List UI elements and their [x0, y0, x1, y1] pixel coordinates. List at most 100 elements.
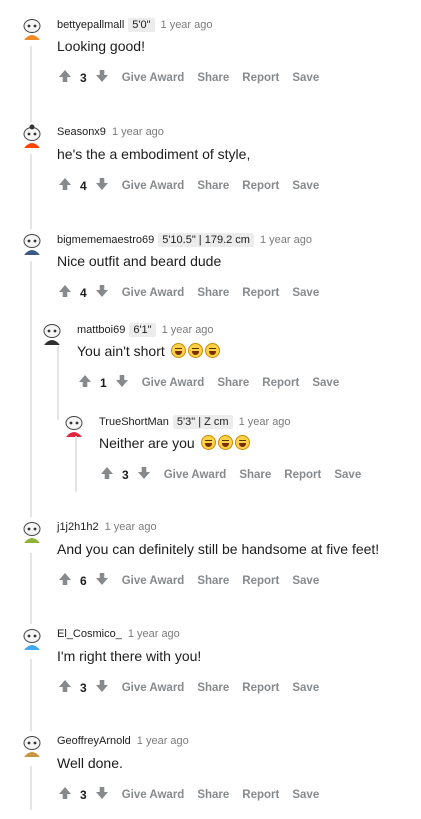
laughing-emoji-icon	[170, 343, 186, 358]
timestamp-link[interactable]: 1 year ago	[112, 126, 164, 138]
avatar[interactable]	[18, 122, 46, 150]
avatar[interactable]	[18, 229, 46, 257]
give-award-button[interactable]: Give Award	[122, 575, 185, 587]
save-button[interactable]: Save	[292, 575, 319, 587]
share-button[interactable]: Share	[197, 575, 229, 587]
username-link[interactable]: El_Cosmico_	[57, 628, 122, 640]
upvote-icon[interactable]	[58, 786, 72, 803]
save-button[interactable]: Save	[292, 72, 319, 84]
comment-text: I'm right there with you!	[57, 648, 202, 664]
vote-score: 3	[80, 70, 87, 85]
username-link[interactable]: j1j2h1h2	[57, 521, 99, 533]
thread-line[interactable]	[30, 766, 32, 810]
give-award-button[interactable]: Give Award	[122, 72, 185, 84]
share-button[interactable]: Share	[217, 377, 249, 389]
thread-line[interactable]	[75, 436, 77, 492]
comment-body: Looking good!	[57, 38, 145, 54]
save-button[interactable]: Save	[312, 377, 339, 389]
save-button[interactable]: Save	[292, 180, 319, 192]
avatar[interactable]	[18, 624, 46, 652]
timestamp-link[interactable]: 1 year ago	[260, 234, 312, 246]
username-link[interactable]: bigmememaestro69	[57, 234, 154, 246]
downvote-icon[interactable]	[95, 284, 109, 301]
downvote-icon[interactable]	[95, 69, 109, 86]
save-button[interactable]: Save	[334, 469, 361, 481]
report-button[interactable]: Report	[242, 287, 279, 299]
upvote-icon[interactable]	[78, 374, 92, 391]
downvote-icon[interactable]	[95, 572, 109, 589]
downvote-icon[interactable]	[95, 177, 109, 194]
give-award-button[interactable]: Give Award	[122, 682, 185, 694]
timestamp-link[interactable]: 1 year ago	[239, 416, 291, 428]
username-link[interactable]: Seasonx9	[57, 126, 106, 138]
timestamp-link[interactable]: 1 year ago	[128, 628, 180, 640]
share-button[interactable]: Share	[239, 469, 271, 481]
upvote-icon[interactable]	[58, 679, 72, 696]
laughing-emoji-icon	[217, 435, 233, 450]
vote-score: 3	[80, 787, 87, 802]
username-link[interactable]: TrueShortMan	[99, 416, 169, 428]
vote-score: 3	[80, 680, 87, 695]
comment-body: Neither are you	[99, 435, 250, 451]
comment-actions: 4 Give Award Share Report Save	[58, 177, 319, 194]
give-award-button[interactable]: Give Award	[122, 287, 185, 299]
comment-text: Neither are you	[99, 435, 195, 451]
comment-meta: Seasonx9 1 year ago	[57, 126, 164, 138]
downvote-icon[interactable]	[115, 374, 129, 391]
report-button[interactable]: Report	[242, 575, 279, 587]
thread-line[interactable]	[30, 553, 32, 633]
timestamp-link[interactable]: 1 year ago	[161, 19, 213, 31]
give-award-button[interactable]: Give Award	[122, 180, 185, 192]
downvote-icon[interactable]	[95, 786, 109, 803]
comment-meta: j1j2h1h2 1 year ago	[57, 521, 157, 533]
comment-body: he's the a embodiment of style,	[57, 146, 250, 162]
upvote-icon[interactable]	[58, 69, 72, 86]
give-award-button[interactable]: Give Award	[142, 377, 205, 389]
user-flair: 6'1"	[129, 323, 156, 337]
username-link[interactable]: GeoffreyArnold	[57, 735, 131, 747]
timestamp-link[interactable]: 1 year ago	[137, 735, 189, 747]
comment-text: You ain't short	[77, 343, 165, 359]
upvote-icon[interactable]	[100, 466, 114, 483]
save-button[interactable]: Save	[292, 682, 319, 694]
report-button[interactable]: Report	[284, 469, 321, 481]
downvote-icon[interactable]	[95, 679, 109, 696]
comment-meta: GeoffreyArnold 1 year ago	[57, 735, 189, 747]
upvote-icon[interactable]	[58, 572, 72, 589]
laughing-emoji-icon	[187, 343, 203, 358]
timestamp-link[interactable]: 1 year ago	[105, 521, 157, 533]
avatar[interactable]	[38, 319, 66, 347]
save-button[interactable]: Save	[292, 789, 319, 801]
share-button[interactable]: Share	[197, 682, 229, 694]
report-button[interactable]: Report	[242, 789, 279, 801]
share-button[interactable]: Share	[197, 72, 229, 84]
report-button[interactable]: Report	[262, 377, 299, 389]
avatar[interactable]	[18, 14, 46, 42]
avatar[interactable]	[18, 517, 46, 545]
upvote-icon[interactable]	[58, 177, 72, 194]
give-award-button[interactable]: Give Award	[122, 789, 185, 801]
give-award-button[interactable]: Give Award	[164, 469, 227, 481]
report-button[interactable]: Report	[242, 180, 279, 192]
avatar[interactable]	[60, 411, 88, 439]
share-button[interactable]: Share	[197, 180, 229, 192]
share-button[interactable]: Share	[197, 287, 229, 299]
downvote-icon[interactable]	[137, 466, 151, 483]
avatar[interactable]	[18, 731, 46, 759]
username-link[interactable]: bettyepallmall	[57, 19, 124, 31]
report-button[interactable]: Report	[242, 72, 279, 84]
upvote-icon[interactable]	[58, 284, 72, 301]
comment-meta: mattboi69 6'1" 1 year ago	[77, 323, 214, 337]
thread-line[interactable]	[57, 346, 59, 420]
vote-score: 6	[80, 573, 87, 588]
thread-line[interactable]	[30, 659, 32, 739]
laughing-emoji-icon	[200, 435, 216, 450]
comment-meta: bigmememaestro69 5'10.5" | 179.2 cm 1 ye…	[57, 233, 312, 247]
save-button[interactable]: Save	[292, 287, 319, 299]
report-button[interactable]: Report	[242, 682, 279, 694]
thread-line[interactable]	[30, 261, 32, 540]
share-button[interactable]: Share	[197, 789, 229, 801]
timestamp-link[interactable]: 1 year ago	[162, 324, 214, 336]
username-link[interactable]: mattboi69	[77, 324, 125, 336]
comment-actions: 3 Give Award Share Report Save	[58, 679, 319, 696]
